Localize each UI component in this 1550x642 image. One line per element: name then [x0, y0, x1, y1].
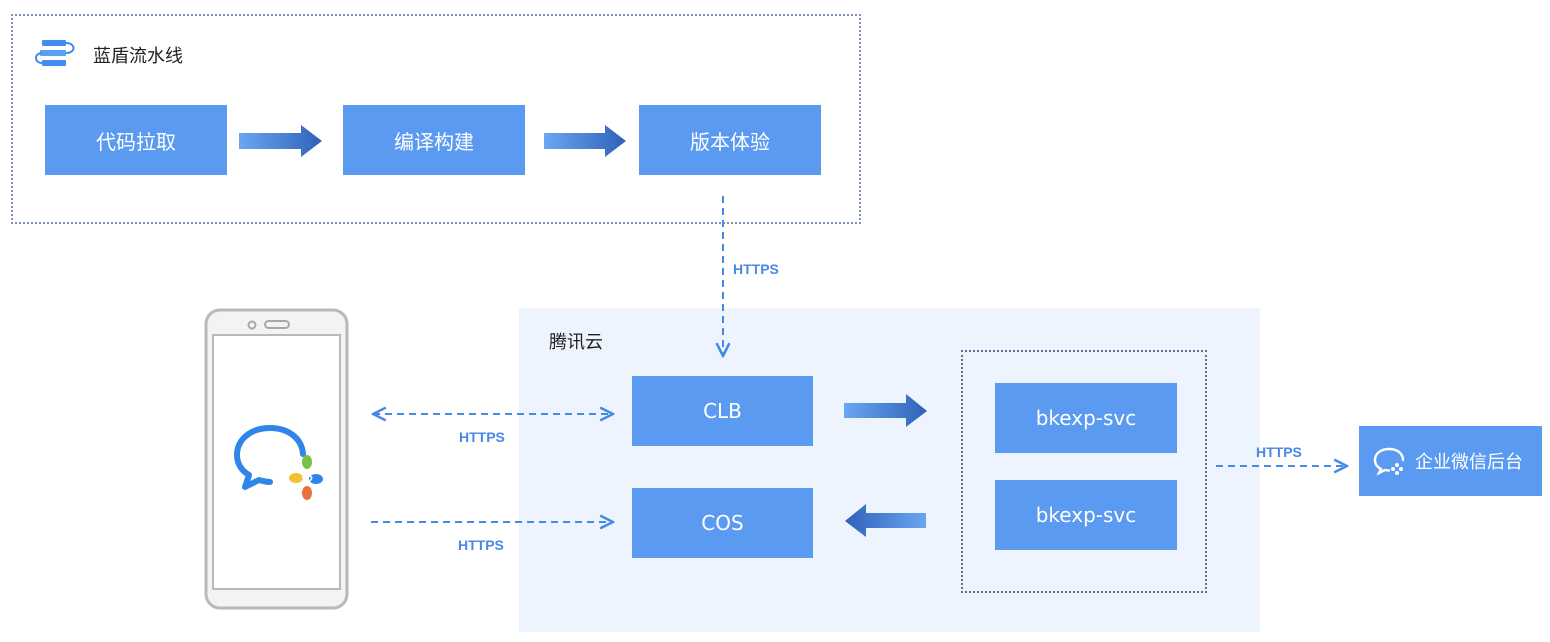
https-label-phone-cos: HTTPS — [458, 537, 504, 553]
https-label-phone-clb: HTTPS — [459, 429, 505, 445]
pipeline-arrow-1 — [239, 125, 322, 157]
connectors-layer — [239, 125, 1550, 537]
https-label-wecom: HTTPS — [1256, 444, 1302, 460]
clb-to-svc-arrow — [844, 394, 927, 427]
pipeline-arrow-2 — [544, 125, 626, 157]
https-label-pipeline: HTTPS — [733, 261, 779, 277]
svc-to-cos-arrow — [845, 504, 926, 537]
